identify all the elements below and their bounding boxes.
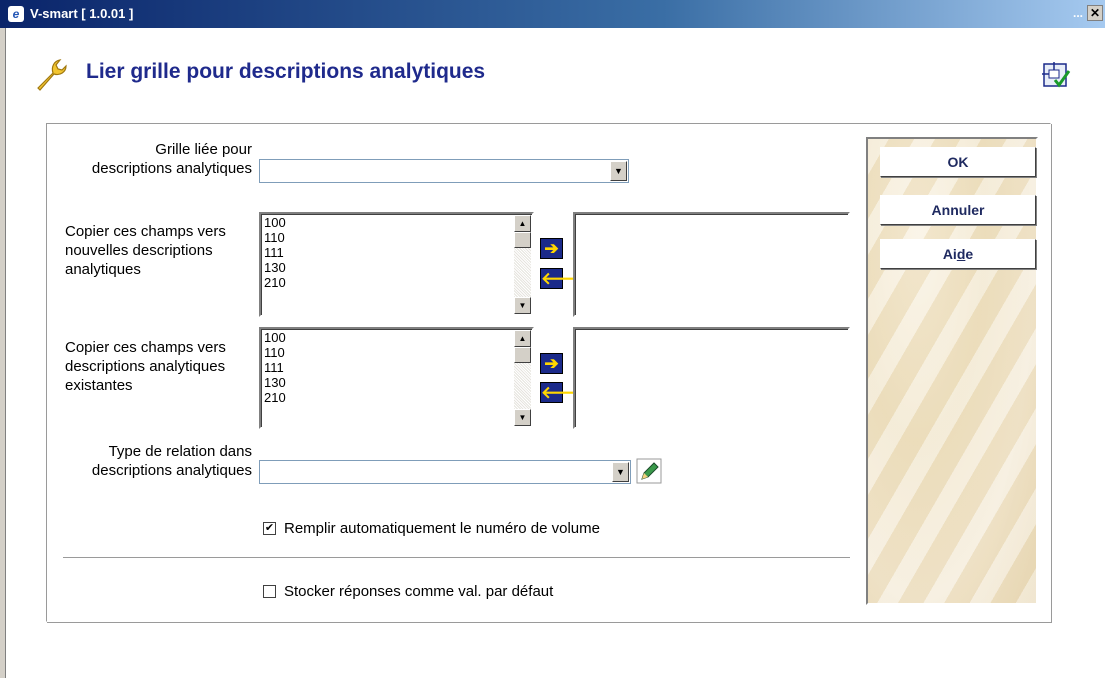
form-check-icon[interactable]: [1041, 60, 1071, 90]
divider: [63, 557, 850, 559]
list-item[interactable]: 210: [264, 275, 286, 290]
add-field-existing-button[interactable]: ➔: [540, 353, 563, 374]
window-menu-dots[interactable]: ...: [1073, 6, 1083, 20]
help-button[interactable]: Aide: [880, 239, 1036, 269]
window-left-border: [0, 28, 6, 678]
list-item[interactable]: 110: [264, 230, 286, 245]
grille-select[interactable]: ▼: [259, 159, 629, 183]
copy-new-source-list[interactable]: 100 110 111 130 210 ▲ ▼: [259, 212, 534, 317]
list-item[interactable]: 100: [264, 330, 286, 345]
list-item[interactable]: 130: [264, 260, 286, 275]
auto-volume-checkbox[interactable]: ✔: [263, 522, 276, 535]
edit-pencil-icon[interactable]: [636, 458, 662, 484]
list-item[interactable]: 111: [264, 360, 286, 375]
list-item[interactable]: 210: [264, 390, 286, 405]
copy-new-scrollbar[interactable]: ▲ ▼: [514, 215, 531, 314]
remove-field-existing-button[interactable]: 🡐: [540, 382, 587, 403]
list-item[interactable]: 100: [264, 215, 286, 230]
list-item[interactable]: 111: [264, 245, 286, 260]
scroll-down-icon[interactable]: ▼: [514, 297, 531, 314]
grille-label: Grille liée pour descriptions analytique…: [91, 141, 252, 177]
cancel-button[interactable]: Annuler: [880, 195, 1036, 225]
page-title: Lier grille pour descriptions analytique…: [86, 60, 486, 83]
list-item[interactable]: 110: [264, 345, 286, 360]
auto-volume-label[interactable]: Remplir automatiquement le numéro de vol…: [284, 519, 600, 538]
copy-existing-items: 100 110 111 130 210: [264, 330, 286, 405]
window-titlebar: e V-smart [ 1.0.01 ] ... ✕: [0, 0, 1105, 28]
window-title: V-smart [ 1.0.01 ]: [30, 6, 134, 21]
scroll-up-icon[interactable]: ▲: [514, 330, 531, 347]
wrench-icon: [37, 59, 67, 91]
store-defaults-label[interactable]: Stocker réponses comme val. par défaut: [284, 582, 553, 601]
scroll-down-icon[interactable]: ▼: [514, 409, 531, 426]
copy-new-items: 100 110 111 130 210: [264, 215, 286, 290]
remove-field-new-button[interactable]: 🡐: [540, 268, 587, 289]
add-field-new-button[interactable]: ➔: [540, 238, 563, 259]
chevron-down-icon[interactable]: ▼: [610, 161, 627, 181]
copy-existing-source-list[interactable]: 100 110 111 130 210 ▲ ▼: [259, 327, 534, 429]
store-defaults-checkbox[interactable]: [263, 585, 276, 598]
action-panel: OK Annuler Aide: [866, 137, 1038, 605]
close-button[interactable]: ✕: [1087, 5, 1103, 21]
copy-existing-target-list[interactable]: [573, 327, 850, 429]
scroll-up-icon[interactable]: ▲: [514, 215, 531, 232]
copy-existing-scrollbar[interactable]: ▲ ▼: [514, 330, 531, 426]
chevron-down-icon[interactable]: ▼: [612, 462, 629, 482]
copy-existing-label: Copier ces champs vers descriptions anal…: [65, 339, 226, 394]
copy-new-target-list[interactable]: [573, 212, 850, 317]
scroll-thumb[interactable]: [514, 232, 531, 248]
app-icon: e: [8, 6, 24, 22]
copy-new-label: Copier ces champs vers nouvelles descrip…: [65, 223, 226, 278]
relation-label: Type de relation dans descriptions analy…: [91, 443, 252, 479]
scroll-thumb[interactable]: [514, 347, 531, 363]
list-item[interactable]: 130: [264, 375, 286, 390]
relation-select[interactable]: ▼: [259, 460, 631, 484]
ok-button[interactable]: OK: [880, 147, 1036, 177]
